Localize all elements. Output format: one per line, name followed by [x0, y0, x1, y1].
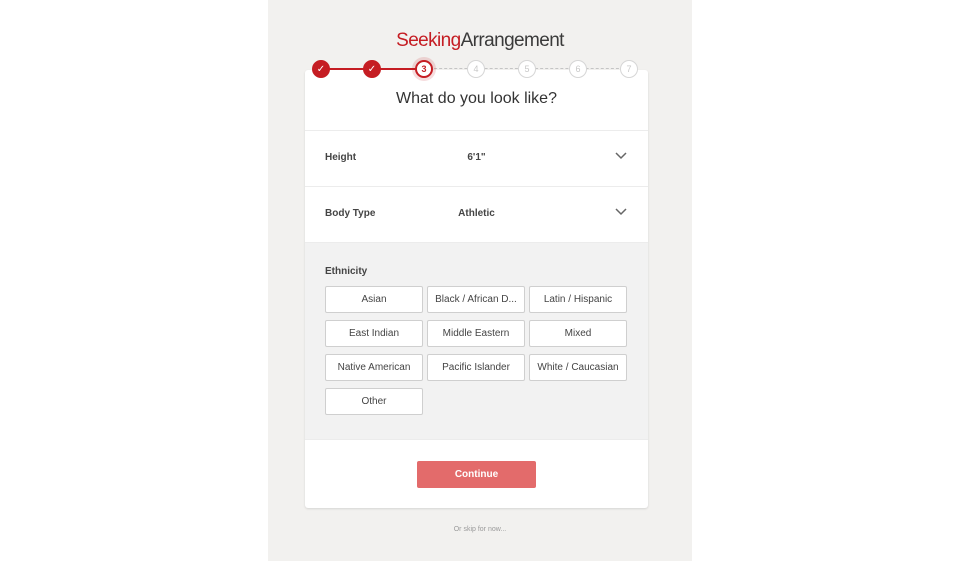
ethnicity-option[interactable]: Other: [325, 388, 423, 415]
ethnicity-option[interactable]: Black / African D...: [427, 286, 525, 313]
brand-logo-part2: Arrangement: [460, 30, 565, 51]
ethnicity-label: Ethnicity: [325, 266, 368, 277]
height-select[interactable]: Height 6'1": [305, 130, 648, 187]
chevron-down-icon: [615, 152, 627, 160]
brand-logo: SeekingArrangement: [268, 30, 692, 52]
step-4: 4: [467, 60, 485, 78]
ethnicity-option[interactable]: Native American: [325, 354, 423, 381]
progress-stepper: ✓ ✓ 3 4 5 6 7: [268, 60, 692, 78]
step-6: 6: [569, 60, 587, 78]
profile-card: What do you look like? Height 6'1" Body …: [305, 70, 648, 508]
body-type-select[interactable]: Body Type Athletic: [305, 186, 648, 243]
brand-logo-part1: Seeking: [396, 30, 461, 51]
chevron-down-icon: [615, 208, 627, 216]
step-5: 5: [518, 60, 536, 78]
ethnicity-option[interactable]: Latin / Hispanic: [529, 286, 627, 313]
body-type-value: Athletic: [458, 208, 495, 219]
ethnicity-option[interactable]: East Indian: [325, 320, 423, 347]
step-title: What do you look like?: [396, 90, 557, 107]
ethnicity-option[interactable]: Middle Eastern: [427, 320, 525, 347]
continue-button[interactable]: Continue: [417, 461, 536, 488]
step-3-current: 3: [415, 60, 433, 78]
ethnicity-option[interactable]: Pacific Islander: [427, 354, 525, 381]
ethnicity-option[interactable]: Asian: [325, 286, 423, 313]
ethnicity-section: Ethnicity Asian Black / African D... Lat…: [305, 242, 648, 440]
signup-panel: SeekingArrangement What do you look like…: [268, 0, 692, 561]
step-2-check-icon: ✓: [363, 60, 381, 78]
skip-link[interactable]: Or skip for now...: [268, 526, 692, 533]
height-value: 6'1": [467, 152, 486, 163]
step-1-check-icon: ✓: [312, 60, 330, 78]
ethnicity-option[interactable]: White / Caucasian: [529, 354, 627, 381]
ethnicity-option[interactable]: Mixed: [529, 320, 627, 347]
step-7: 7: [620, 60, 638, 78]
